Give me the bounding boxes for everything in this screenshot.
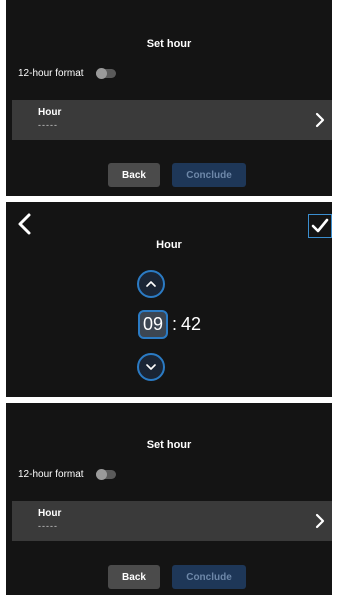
format-label: 12-hour format bbox=[18, 469, 84, 480]
set-hour-screen: Set hour 12-hour format Hour ----- Back … bbox=[6, 0, 332, 196]
chevron-up-icon bbox=[146, 281, 156, 287]
time-separator: : bbox=[172, 314, 178, 334]
conclude-button[interactable]: Conclude bbox=[172, 565, 246, 589]
format-label: 12-hour format bbox=[18, 68, 84, 79]
hours-field[interactable]: 09 bbox=[138, 310, 169, 339]
hour-value: ----- bbox=[38, 521, 58, 531]
format-row: 12-hour format bbox=[18, 469, 116, 480]
picker-title: Hour bbox=[156, 239, 182, 251]
format-toggle[interactable] bbox=[95, 469, 116, 480]
hour-row[interactable]: Hour ----- bbox=[12, 100, 332, 140]
checkmark-icon bbox=[311, 218, 329, 233]
increment-button[interactable] bbox=[137, 270, 165, 298]
hour-value: ----- bbox=[38, 120, 58, 130]
decrement-button[interactable] bbox=[137, 353, 165, 381]
minutes-field[interactable]: 42 bbox=[181, 314, 201, 335]
conclude-button[interactable]: Conclude bbox=[172, 163, 246, 187]
hour-label: Hour bbox=[38, 107, 62, 118]
hour-label: Hour bbox=[38, 508, 62, 519]
time-display: 09 : 42 bbox=[138, 310, 201, 339]
back-button[interactable]: Back bbox=[108, 565, 160, 589]
set-hour-screen-repeat: Set hour 12-hour format Hour ----- Back … bbox=[6, 403, 332, 595]
chevron-right-icon bbox=[315, 513, 325, 529]
back-button[interactable]: Back bbox=[108, 163, 160, 187]
chevron-right-icon bbox=[315, 112, 325, 128]
hour-picker-screen: Hour 09 : 42 bbox=[6, 202, 332, 397]
chevron-left-icon[interactable] bbox=[16, 212, 32, 236]
confirm-button[interactable] bbox=[308, 214, 332, 238]
format-toggle[interactable] bbox=[95, 68, 116, 79]
hour-row[interactable]: Hour ----- bbox=[12, 501, 332, 541]
page-title: Set hour bbox=[146, 38, 192, 50]
page-title: Set hour bbox=[146, 439, 192, 451]
chevron-down-icon bbox=[146, 364, 156, 370]
format-row: 12-hour format bbox=[18, 68, 116, 79]
